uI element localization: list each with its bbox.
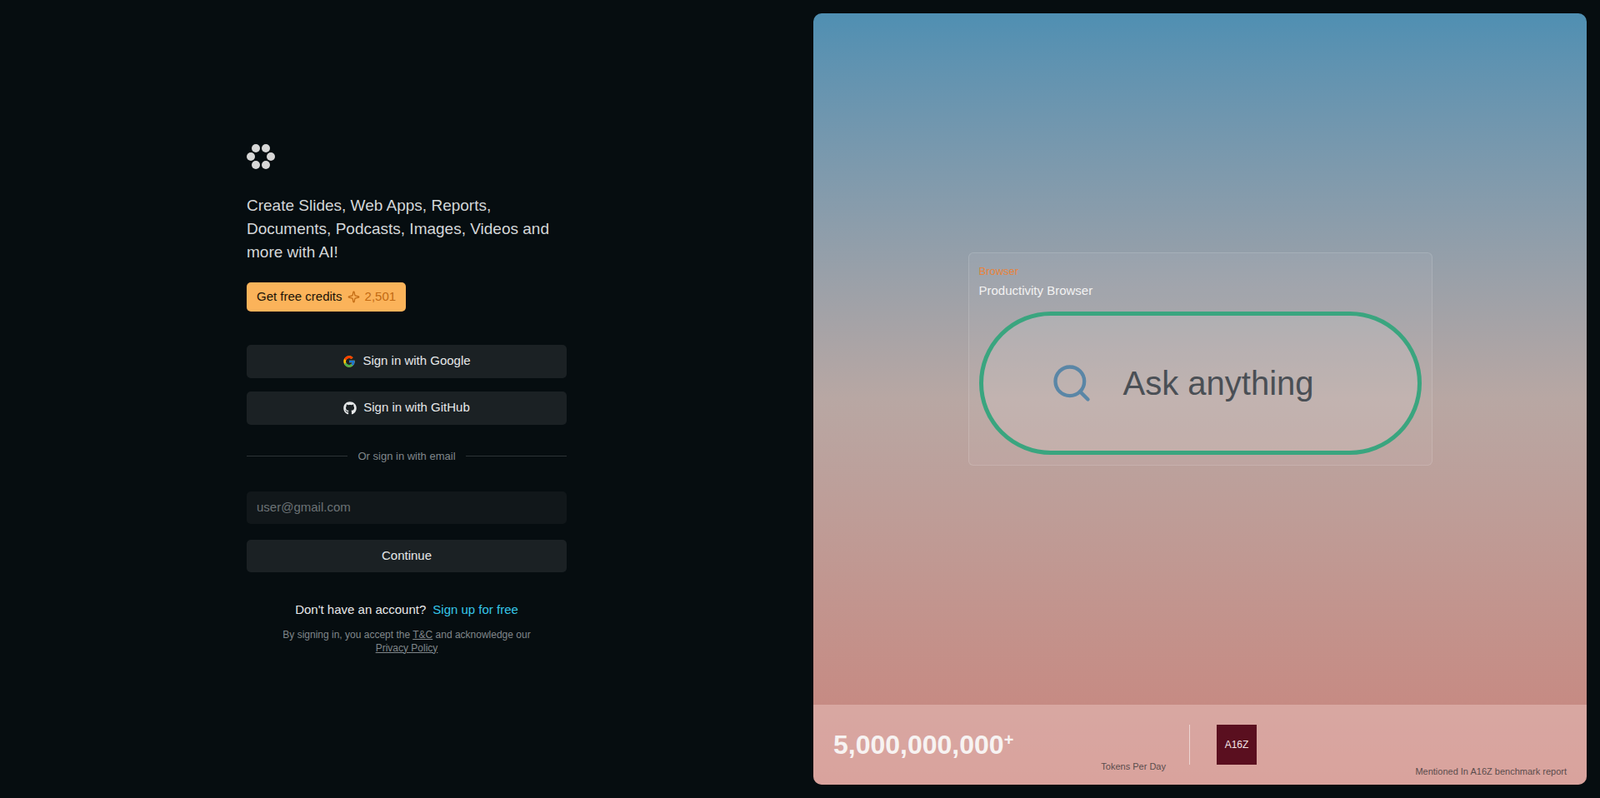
google-signin-button[interactable]: Sign in with Google — [246, 345, 567, 379]
showcase-title: Productivity Browser — [979, 281, 1422, 301]
credits-count: 2,501 — [365, 287, 397, 307]
showcase-card: BrowserProductivity Browser Ask anything — [968, 252, 1433, 466]
stats-value: 5,000,000,000+ — [833, 725, 1014, 765]
stats-label: Tokens Per Day — [1100, 760, 1166, 775]
github-signin-button[interactable]: Sign in with GitHub — [246, 391, 567, 425]
terms-link[interactable]: T&C — [412, 629, 433, 641]
stats-bar: 5,000,000,000+ Tokens Per Day A16Z Mentione… — [813, 705, 1587, 785]
login-panel: Create Slides, Web Apps, Reports, Docume… — [0, 0, 814, 798]
privacy-link[interactable]: Privacy Policy — [246, 641, 567, 655]
login-form: Create Slides, Web Apps, Reports, Docume… — [246, 144, 567, 655]
github-icon — [343, 401, 357, 415]
showcase-search: Ask anything — [979, 311, 1422, 455]
email-divider: Or sign in with email — [246, 448, 567, 465]
email-input[interactable] — [246, 491, 567, 525]
legal-text: By signing in, you accept the T&C and ac… — [246, 628, 567, 655]
showcase-media: BrowserProductivity Browser Ask anything — [813, 13, 1587, 705]
a16z-badge: A16Z — [1216, 725, 1257, 765]
showcase-panel: BrowserProductivity Browser Ask anything 5… — [813, 13, 1587, 785]
free-credits-label: Get free credits — [256, 287, 343, 307]
sparkle-icon — [347, 290, 360, 304]
google-icon — [342, 355, 356, 369]
tagline: Create Slides, Web Apps, Reports, Docume… — [246, 194, 567, 265]
logo-icon — [246, 144, 275, 170]
free-credits-button[interactable]: Get free credits 2,501 — [246, 282, 406, 312]
showcase-tag: Browser — [979, 263, 1422, 280]
stats-note: Mentioned In A16Z benchmark report — [1415, 765, 1567, 780]
search-placeholder: Ask anything — [1123, 358, 1315, 409]
login-page: Create Slides, Web Apps, Reports, Docume… — [0, 0, 1600, 798]
signup-row: Don't have an account?Sign up for free — [246, 600, 567, 620]
search-icon — [1050, 361, 1094, 405]
signup-link[interactable]: Sign up for free — [432, 600, 519, 620]
continue-button[interactable]: Continue — [246, 540, 567, 573]
